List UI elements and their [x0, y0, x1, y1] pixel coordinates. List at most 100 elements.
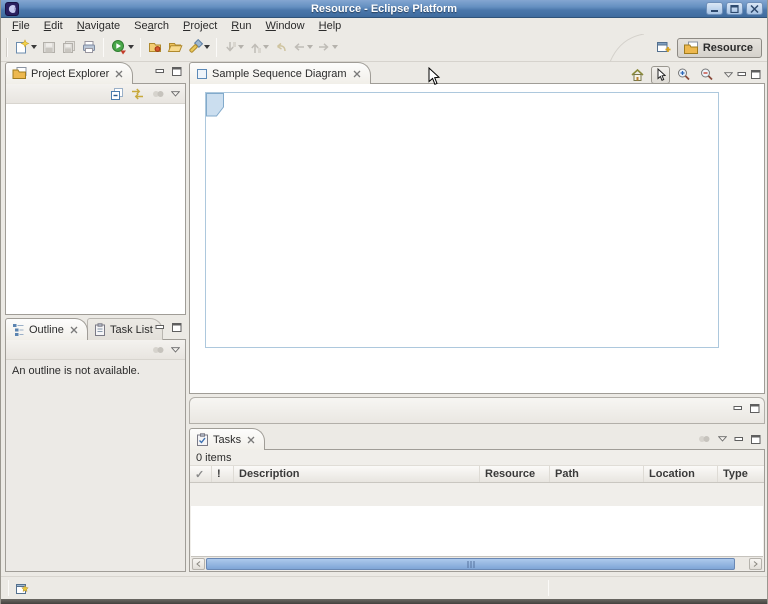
home-button[interactable]: [628, 66, 647, 84]
scrollbar-grip: [467, 561, 475, 568]
zoom-in-button[interactable]: [674, 65, 693, 84]
project-explorer-tree[interactable]: [6, 105, 185, 314]
new-wizard-dropdown[interactable]: [31, 45, 37, 49]
window-minimize-button[interactable]: [706, 2, 723, 15]
view-minimize-button[interactable]: [733, 404, 743, 413]
view-maximize-button[interactable]: [172, 323, 182, 332]
perspective-resource-button[interactable]: Resource: [677, 38, 762, 58]
menu-window[interactable]: Window: [258, 18, 311, 33]
zoom-out-button[interactable]: [697, 65, 716, 84]
new-wizard-button[interactable]: [12, 36, 39, 59]
menu-run[interactable]: Run: [224, 18, 258, 33]
view-minimize-button[interactable]: [155, 323, 165, 332]
scroll-left-button[interactable]: [192, 558, 205, 570]
save-all-button[interactable]: [59, 36, 79, 59]
search-dropdown[interactable]: [204, 45, 210, 49]
chevron-down-icon: [718, 436, 727, 442]
menu-file[interactable]: File: [5, 18, 37, 33]
tab-close-button[interactable]: [353, 70, 361, 78]
tab-close-button[interactable]: [70, 326, 78, 334]
view-menu-button[interactable]: [724, 72, 733, 78]
previous-annotation-button[interactable]: [246, 36, 271, 59]
column-type[interactable]: Type: [718, 466, 764, 482]
zoom-out-icon: [699, 67, 714, 82]
back-button[interactable]: [290, 36, 315, 59]
view-menu-button[interactable]: [171, 347, 180, 353]
open-perspective-button[interactable]: [654, 36, 673, 59]
search-button[interactable]: [185, 36, 212, 59]
column-completed[interactable]: ✓: [190, 466, 212, 482]
tab-label: Task List: [110, 324, 153, 336]
run-last-tool-button[interactable]: [108, 36, 136, 59]
view-menu-disabled-button[interactable]: [151, 88, 165, 100]
view-maximize-button[interactable]: [751, 435, 761, 444]
tab-tasks[interactable]: Tasks: [189, 428, 265, 450]
outline-disabled-button[interactable]: [151, 344, 165, 356]
view-minimize-button[interactable]: [737, 70, 747, 79]
forward-dropdown[interactable]: [332, 45, 338, 49]
tasks-disabled-button[interactable]: [697, 433, 711, 445]
window-close-button[interactable]: [746, 2, 763, 15]
diagram-frame-label-shape[interactable]: [206, 93, 225, 117]
task-list-icon: [94, 323, 106, 336]
view-menu-button[interactable]: [171, 91, 180, 97]
menu-navigate[interactable]: Navigate: [70, 18, 127, 33]
column-description[interactable]: Description: [234, 466, 480, 482]
editor-stack: Sample Sequence Diagram: [189, 62, 765, 394]
run-last-tool-dropdown[interactable]: [128, 45, 134, 49]
next-annotation-button[interactable]: [221, 36, 246, 59]
menu-project[interactable]: Project: [176, 18, 224, 33]
tab-project-explorer[interactable]: Project Explorer: [5, 62, 133, 84]
view-menu-button[interactable]: [718, 436, 727, 442]
chevron-down-icon: [171, 91, 180, 97]
save-button[interactable]: [39, 36, 59, 59]
tab-outline[interactable]: Outline: [5, 318, 88, 340]
column-location[interactable]: Location: [644, 466, 718, 482]
view-maximize-button[interactable]: [751, 70, 761, 79]
menu-help[interactable]: Help: [312, 18, 349, 33]
disabled-action-icon: [151, 88, 165, 100]
fast-view-button[interactable]: [15, 582, 31, 596]
open-element-icon: [147, 39, 163, 55]
diagram-editor-canvas[interactable]: [189, 84, 765, 394]
scrollbar-thumb[interactable]: [206, 558, 735, 570]
open-resource-button[interactable]: [165, 36, 185, 59]
scroll-right-button[interactable]: [749, 558, 762, 570]
tab-label: Tasks: [213, 434, 241, 446]
view-maximize-button[interactable]: [172, 67, 182, 76]
window-maximize-button[interactable]: [726, 2, 743, 15]
link-with-editor-button[interactable]: [130, 87, 145, 101]
tab-task-list[interactable]: Task List: [87, 318, 163, 340]
project-explorer-icon: [12, 67, 27, 80]
view-minimize-button[interactable]: [734, 435, 744, 444]
back-dropdown[interactable]: [307, 45, 313, 49]
tab-sample-sequence-diagram[interactable]: Sample Sequence Diagram: [189, 62, 371, 84]
tab-close-button[interactable]: [115, 70, 123, 78]
tasks-count: 0 items: [196, 452, 231, 464]
link-with-editor-icon: [130, 87, 145, 101]
view-maximize-button[interactable]: [750, 404, 760, 413]
menu-search[interactable]: Search: [127, 18, 176, 33]
toolbar-drag-handle[interactable]: [6, 38, 8, 57]
statusbar-divider: [548, 580, 549, 596]
column-resource[interactable]: Resource: [480, 466, 550, 482]
column-priority[interactable]: !: [212, 466, 234, 482]
column-path[interactable]: Path: [550, 466, 644, 482]
view-minimize-button[interactable]: [155, 67, 165, 76]
sequence-diagram-frame[interactable]: [205, 92, 719, 348]
last-edit-location-button[interactable]: [271, 36, 290, 59]
tab-close-button[interactable]: [247, 436, 255, 444]
next-annotation-dropdown[interactable]: [238, 45, 244, 49]
open-element-button[interactable]: [145, 36, 165, 59]
close-icon: [750, 5, 759, 13]
tasks-table-body[interactable]: [191, 506, 763, 556]
menu-edit[interactable]: Edit: [37, 18, 70, 33]
select-tool-button[interactable]: [651, 66, 670, 84]
print-button[interactable]: [79, 36, 99, 59]
scroll-left-icon: [196, 561, 201, 567]
chevron-down-icon: [171, 347, 180, 353]
forward-button[interactable]: [315, 36, 340, 59]
collapse-all-button[interactable]: [110, 87, 124, 101]
previous-annotation-dropdown[interactable]: [263, 45, 269, 49]
tasks-horizontal-scrollbar[interactable]: [191, 556, 763, 570]
